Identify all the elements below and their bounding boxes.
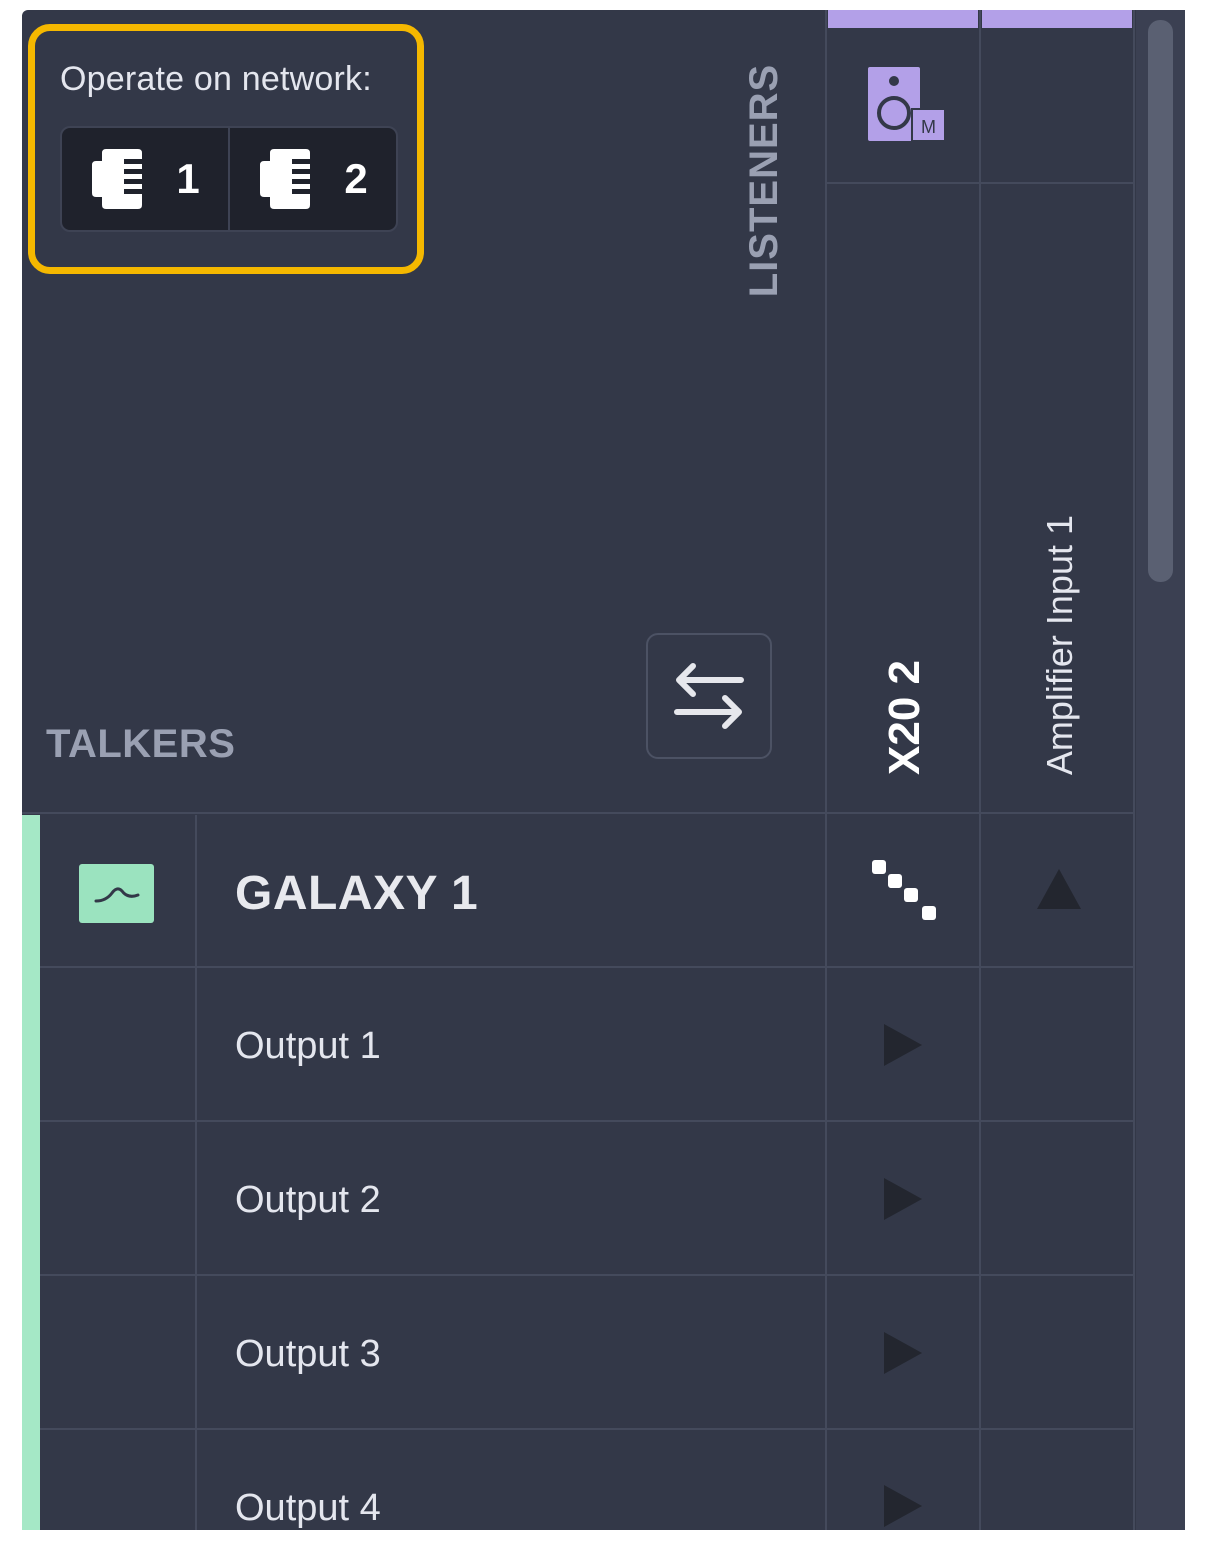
listener-column-amplifier-input-1[interactable]: Amplifier Input 1 bbox=[1020, 190, 1100, 775]
swap-axes-button[interactable] bbox=[646, 633, 772, 759]
grid-line bbox=[22, 1428, 1133, 1430]
network-2-button[interactable]: 2 bbox=[228, 128, 396, 230]
expand-triangle-icon[interactable] bbox=[884, 1024, 922, 1066]
talker-channel-output-2[interactable]: Output 2 bbox=[235, 1179, 381, 1222]
ethernet-port-icon bbox=[260, 149, 311, 209]
scrollbar-thumb[interactable] bbox=[1148, 20, 1173, 582]
talkers-label: TALKERS bbox=[46, 722, 236, 766]
signal-wave-icon bbox=[79, 864, 154, 923]
grid-line bbox=[195, 815, 197, 1530]
expand-triangle-icon[interactable] bbox=[884, 1332, 922, 1374]
grid-line bbox=[1133, 10, 1135, 1530]
ethernet-port-icon bbox=[92, 149, 143, 209]
talker-channel-output-4[interactable]: Output 4 bbox=[235, 1487, 381, 1530]
network-label: Operate on network: bbox=[60, 60, 372, 98]
svg-text:M: M bbox=[921, 117, 936, 137]
network-2-label: 2 bbox=[344, 155, 368, 202]
listener-column-accent bbox=[982, 10, 1132, 28]
expand-triangle-icon[interactable] bbox=[884, 1485, 922, 1527]
listener-channel-label: Amplifier Input 1 bbox=[1039, 514, 1080, 775]
listener-column-x20-2[interactable]: X20 2 bbox=[860, 190, 950, 775]
grid-line bbox=[825, 10, 827, 1530]
grid-line bbox=[22, 1120, 1133, 1122]
network-1-label: 1 bbox=[176, 155, 200, 202]
grid-line bbox=[827, 182, 1133, 184]
listener-device-label: X20 2 bbox=[880, 660, 929, 775]
grid-line bbox=[22, 966, 1133, 968]
grid-line bbox=[22, 1274, 1133, 1276]
listeners-label: LISTENERS bbox=[742, 63, 787, 297]
talker-device-label[interactable]: GALAXY 1 bbox=[235, 866, 478, 921]
network-1-button[interactable]: 1 bbox=[62, 128, 228, 230]
collapse-triangle-icon[interactable] bbox=[1037, 869, 1081, 909]
talker-accent-strip bbox=[22, 815, 40, 1530]
grid-line bbox=[22, 812, 1133, 814]
swap-arrows-icon bbox=[674, 663, 744, 729]
grid-line bbox=[979, 10, 981, 1530]
talker-channel-output-3[interactable]: Output 3 bbox=[235, 1333, 381, 1376]
listener-column-accent bbox=[828, 10, 978, 28]
expand-collapse-icon[interactable] bbox=[868, 858, 940, 935]
speaker-m-icon: M bbox=[868, 67, 946, 148]
talker-channel-output-1[interactable]: Output 1 bbox=[235, 1025, 381, 1068]
listeners-axis-label: LISTENERS bbox=[740, 50, 790, 310]
network-button-group: 1 2 bbox=[60, 126, 398, 232]
expand-triangle-icon[interactable] bbox=[884, 1178, 922, 1220]
